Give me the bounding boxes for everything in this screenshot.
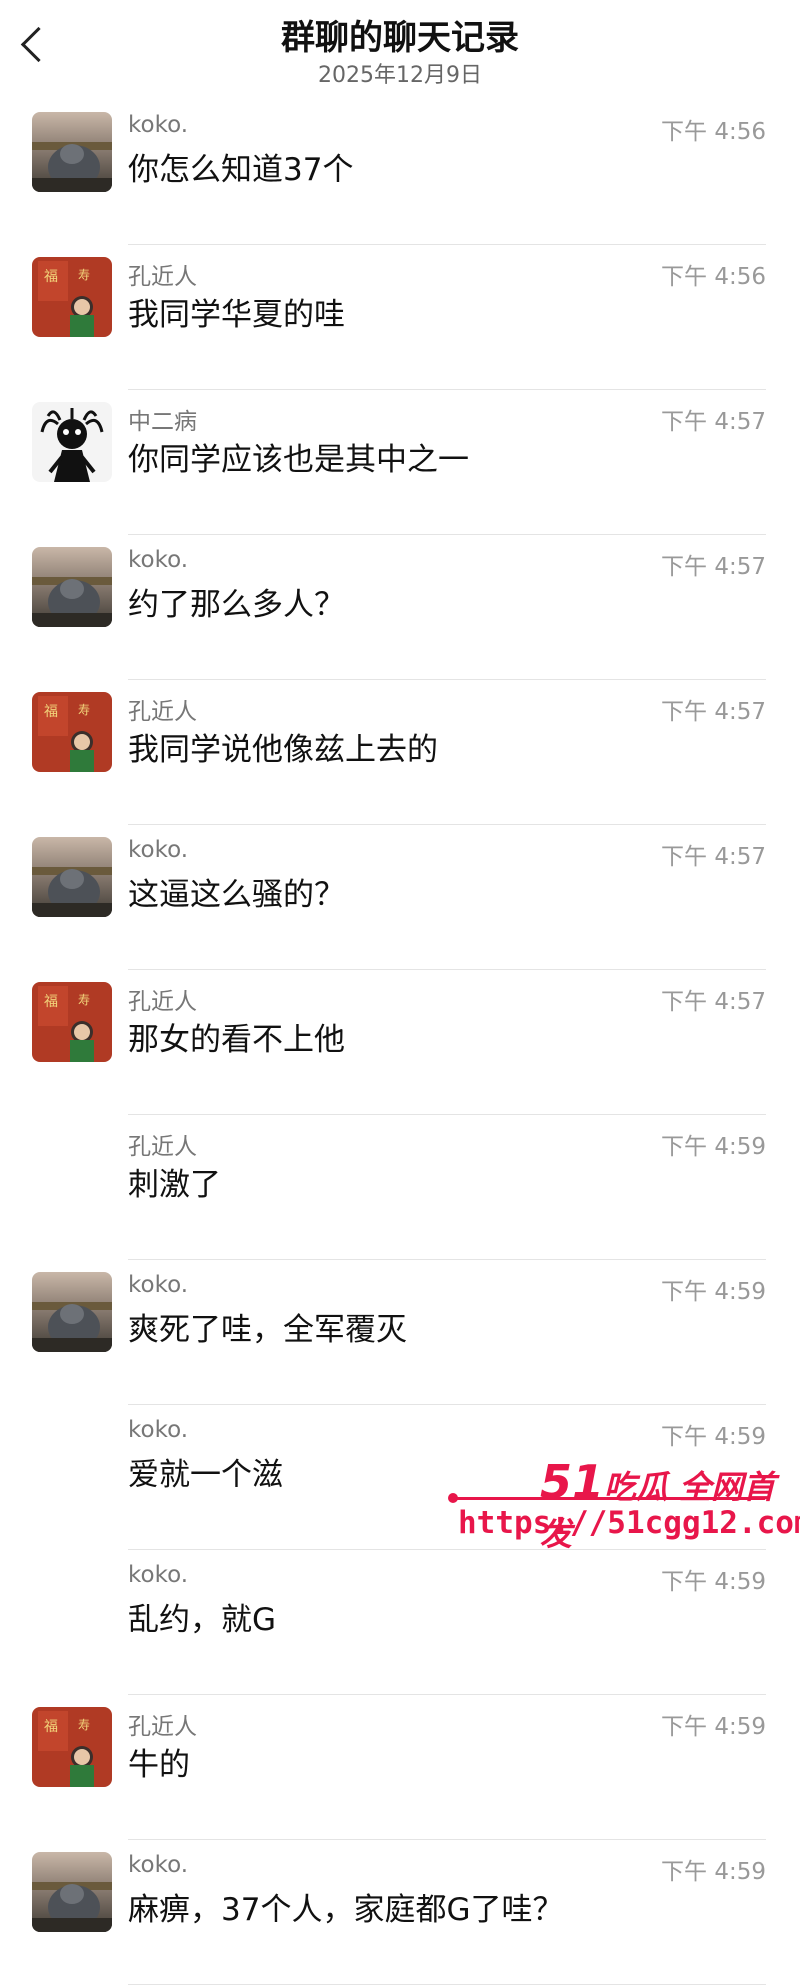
message-text: 这逼这么骚的？ [128, 877, 345, 913]
message-row[interactable]: koko. 下午 4:57 约了那么多人？ [0, 535, 800, 680]
svg-text:寿: 寿 [78, 993, 90, 1007]
message-text: 牛的 [128, 1747, 190, 1783]
message-text: 约了那么多人？ [128, 587, 345, 623]
message-text: 我同学华夏的哇 [128, 297, 345, 333]
message-row[interactable]: koko. 下午 4:57 这逼这么骚的？ [0, 825, 800, 970]
sender-name: koko. [128, 547, 189, 573]
page-title: 群聊的聊天记录 [281, 18, 519, 58]
sender-name: koko. [128, 837, 189, 863]
message-time: 下午 4:59 [661, 1859, 766, 1885]
avatar[interactable] [32, 402, 112, 482]
svg-text:福: 福 [44, 1719, 58, 1735]
message-text: 麻痹，37个人，家庭都G了哇？ [128, 1892, 564, 1928]
sender-name: 孔近人 [128, 989, 197, 1015]
message-row[interactable]: 福寿孔近人 下午 4:59 牛的 [0, 1695, 800, 1840]
avatar[interactable] [32, 837, 112, 917]
message-text: 我同学说他像兹上去的 [128, 732, 438, 768]
svg-text:寿: 寿 [78, 268, 90, 282]
message-time: 下午 4:59 [661, 1134, 766, 1160]
message-text: 乱约，就G [128, 1602, 277, 1638]
message-text: 你怎么知道37个 [128, 152, 354, 188]
message-text: 刺激了 [128, 1167, 221, 1203]
svg-text:福: 福 [44, 704, 58, 720]
message-time: 下午 4:57 [661, 409, 766, 435]
sender-name: koko. [128, 1272, 189, 1298]
message-time: 下午 4:59 [661, 1279, 766, 1305]
message-row[interactable]: 福寿孔近人 下午 4:57 那女的看不上他 [0, 970, 800, 1115]
message-time: 下午 4:57 [661, 554, 766, 580]
svg-text:福: 福 [44, 269, 58, 285]
sender-name: 中二病 [128, 409, 197, 435]
message-time: 下午 4:56 [661, 119, 766, 145]
message-time: 下午 4:57 [661, 989, 766, 1015]
sender-name: koko. [128, 1417, 189, 1443]
message-row[interactable]: koko. 下午 4:56 你怎么知道37个 [0, 100, 800, 245]
message-time: 下午 4:56 [661, 264, 766, 290]
watermark-brand-number: 51 [540, 1455, 605, 1509]
avatar[interactable] [32, 547, 112, 627]
svg-text:福: 福 [44, 994, 58, 1010]
message-row[interactable]: 中二病 下午 4:57 你同学应该也是其中之一 [0, 390, 800, 535]
svg-text:寿: 寿 [78, 703, 90, 717]
sender-name: 孔近人 [128, 1714, 197, 1740]
sender-name: koko. [128, 1852, 189, 1878]
avatar[interactable] [32, 1272, 112, 1352]
message-row[interactable]: 福寿孔近人 下午 4:56 我同学华夏的哇 [0, 245, 800, 390]
avatar[interactable]: 福寿 [32, 692, 112, 772]
sender-name: koko. [128, 1562, 189, 1588]
sender-name: 孔近人 [128, 264, 197, 290]
message-row[interactable]: koko. 下午 4:59 麻痹，37个人，家庭都G了哇？ [0, 1840, 800, 1985]
avatar[interactable] [32, 112, 112, 192]
avatar[interactable] [32, 1852, 112, 1932]
message-text: 那女的看不上他 [128, 1022, 345, 1058]
message-time: 下午 4:57 [661, 844, 766, 870]
sender-name: koko. [128, 112, 189, 138]
avatar[interactable]: 福寿 [32, 982, 112, 1062]
message-time: 下午 4:59 [661, 1714, 766, 1740]
top-bar: 群聊的聊天记录 2025年12月9日 [0, 0, 800, 100]
message-time: 下午 4:57 [661, 699, 766, 725]
message-time: 下午 4:59 [661, 1424, 766, 1450]
message-text: 爽死了哇，全军覆灭 [128, 1312, 407, 1348]
message-text: 你同学应该也是其中之一 [128, 442, 469, 478]
sender-name: 孔近人 [128, 699, 197, 725]
message-row[interactable]: 福寿孔近人 下午 4:57 我同学说他像兹上去的 [0, 680, 800, 825]
svg-text:寿: 寿 [78, 1718, 90, 1732]
avatar[interactable]: 福寿 [32, 257, 112, 337]
message-row[interactable]: 孔近人 下午 4:59 刺激了 [0, 1115, 800, 1260]
watermark-url: https://51cgg12.com [458, 1505, 800, 1541]
message-row[interactable]: koko. 下午 4:59 乱约，就G [0, 1550, 800, 1695]
message-time: 下午 4:59 [661, 1569, 766, 1595]
watermark-line [455, 1497, 765, 1500]
sender-name: 孔近人 [128, 1134, 197, 1160]
message-row[interactable]: koko. 下午 4:59 爽死了哇，全军覆灭 [0, 1260, 800, 1405]
message-text: 爱就一个滋 [128, 1457, 283, 1493]
avatar[interactable]: 福寿 [32, 1707, 112, 1787]
chat-date: 2025年12月9日 [318, 63, 482, 88]
